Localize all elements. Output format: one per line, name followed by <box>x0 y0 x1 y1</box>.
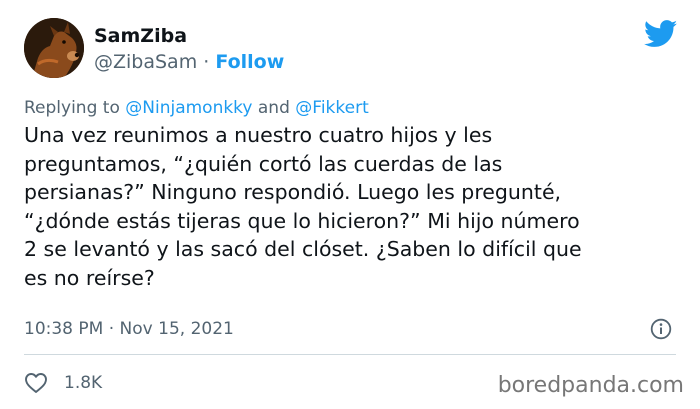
timestamp-separator: · <box>108 319 115 339</box>
watermark: boredpanda.com <box>497 373 684 398</box>
twitter-bird-icon[interactable] <box>644 20 678 48</box>
replying-to-line: Replying to @Ninjamonkky and @Fikkert <box>24 97 369 119</box>
tweet-line: 2 se levantó y las sacó del clóset. ¿Sab… <box>24 237 582 262</box>
tweet-line: es no reírse? <box>24 265 155 290</box>
tweet-text: Una vez reunimos a nuestro cuatro hijos … <box>24 121 674 293</box>
tweet-date: Nov 15, 2021 <box>119 319 234 339</box>
replying-prefix: Replying to <box>24 98 120 118</box>
info-icon[interactable] <box>650 318 672 340</box>
like-count[interactable]: 1.8K <box>64 372 102 394</box>
mention-fikkert[interactable]: @Fikkert <box>295 98 368 118</box>
heart-icon[interactable] <box>24 372 48 394</box>
handle-separator: · <box>203 51 210 73</box>
tweet-time: 10:38 PM <box>24 319 104 339</box>
display-name[interactable]: SamZiba <box>94 24 187 48</box>
replying-conjunction: and <box>257 98 290 118</box>
tweet-timestamp[interactable]: 10:38 PM · Nov 15, 2021 <box>24 318 234 340</box>
dog-avatar-image <box>24 18 84 78</box>
tweet-line: Una vez reunimos a nuestro cuatro hijos … <box>24 123 493 147</box>
handle-line: @ZibaSam · Follow <box>94 50 284 74</box>
tweet-line: persianas?” Ninguno respondió. Luego les… <box>24 180 562 205</box>
tweet-line: “¿dónde estás tijeras que lo hicieron?” … <box>24 208 580 233</box>
divider <box>24 354 676 355</box>
avatar[interactable] <box>24 18 84 78</box>
mention-ninjamonkky[interactable]: @Ninjamonkky <box>125 98 252 118</box>
user-handle[interactable]: @ZibaSam <box>94 51 197 73</box>
tweet-line: preguntamos, “¿quién cortó las cuerdas d… <box>24 151 503 176</box>
follow-button[interactable]: Follow <box>215 51 284 73</box>
